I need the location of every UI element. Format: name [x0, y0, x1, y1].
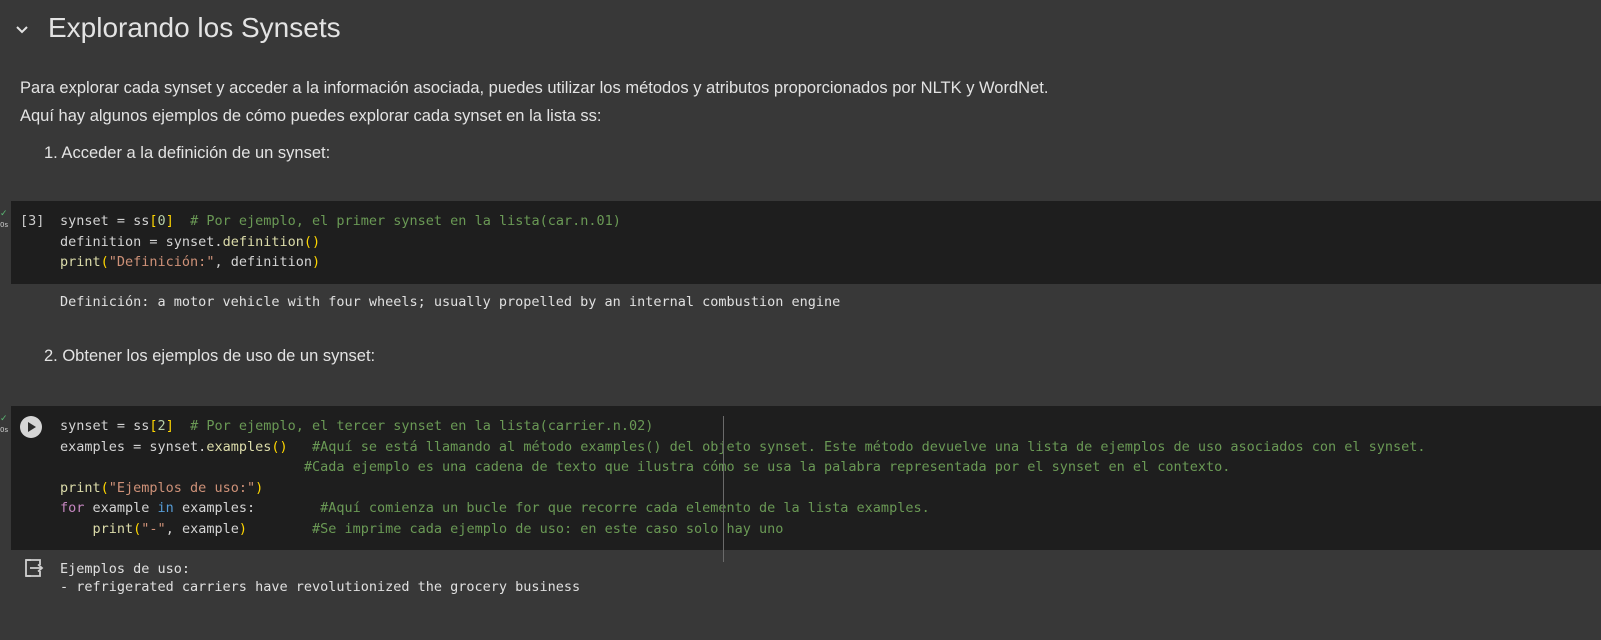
play-icon[interactable]	[20, 416, 42, 438]
intro-line-2: Aquí hay algunos ejemplos de cómo puedes…	[20, 107, 602, 125]
chevron-down-icon[interactable]	[12, 20, 32, 40]
check-icon: ✓	[0, 209, 8, 219]
cell-1-code[interactable]: synset = ss[0] # Por ejemplo, el primer …	[60, 211, 621, 273]
line-length-ruler	[723, 416, 724, 562]
cell-1-output: Definición: a motor vehicle with four wh…	[60, 294, 841, 310]
cell-2-status: ✓ 0s	[0, 415, 8, 435]
cell-2-output-line-1: Ejemplos de uso:	[60, 561, 191, 577]
step-1-label: 1. Acceder a la definición de un synset:	[44, 144, 331, 162]
cell-2-code[interactable]: synset = ss[2] # Por ejemplo, el tercer …	[60, 416, 1426, 540]
check-icon: ✓	[0, 414, 8, 424]
notebook-page: Explorando los Synsets Para explorar cad…	[0, 0, 1601, 640]
cell-1-exec-count: [3]	[20, 213, 45, 229]
step-2-label: 2. Obtener los ejemplos de uso de un syn…	[44, 347, 376, 365]
cell-2-output-line-2: - refrigerated carriers have revolutioni…	[60, 579, 581, 595]
section-title: Explorando los Synsets	[48, 12, 341, 43]
intro-line-1: Para explorar cada synset y acceder a la…	[20, 79, 1049, 97]
output-exit-icon[interactable]	[22, 557, 44, 579]
cell-2-exec-time: 0s	[0, 426, 9, 434]
cell-1-status: ✓ 0s	[0, 210, 8, 230]
cell-1-exec-time: 0s	[0, 221, 9, 229]
